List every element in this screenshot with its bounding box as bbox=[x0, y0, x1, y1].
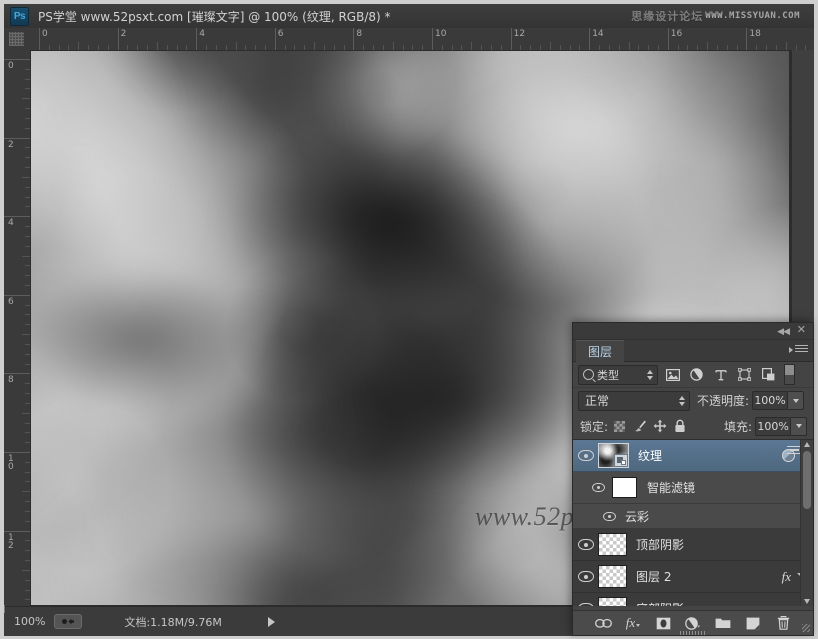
panel-resize-grip[interactable] bbox=[802, 624, 810, 632]
document-size-label: 文档:1.18M/9.76M bbox=[124, 615, 222, 629]
panel-tab-strip: 图层 bbox=[573, 340, 813, 362]
table-row[interactable]: 底部阴影 bbox=[573, 593, 813, 606]
add-layer-mask-icon[interactable] bbox=[655, 615, 672, 631]
new-layer-icon[interactable] bbox=[745, 615, 762, 631]
blend-mode-stepper-icon bbox=[679, 395, 685, 406]
new-fill-adjustment-icon[interactable] bbox=[685, 615, 702, 631]
layer-effects-fx-icon[interactable]: fx bbox=[782, 569, 791, 585]
blend-mode-row: 正常 不透明度: 100% bbox=[573, 388, 813, 413]
close-icon[interactable]: ✕ bbox=[797, 325, 806, 336]
layer-thumbnail[interactable] bbox=[598, 565, 627, 588]
filter-toggle-icon[interactable] bbox=[784, 364, 795, 385]
opacity-label: 不透明度: bbox=[697, 394, 750, 408]
proof-setup-icon[interactable] bbox=[54, 614, 83, 629]
window-title: PS学堂 www.52psxt.com [璀璨文字] @ 100% (纹理, R… bbox=[38, 9, 391, 24]
layers-panel[interactable]: ◀◀ ✕ 图层 类型 正常 不透明度: 100% 锁定: 填充: 100% 纹理… bbox=[572, 322, 814, 636]
smart-object-badge-icon bbox=[614, 454, 628, 467]
panel-menu-icon[interactable] bbox=[789, 345, 808, 356]
tab-layers[interactable]: 图层 bbox=[576, 340, 625, 362]
scrollbar-thumb[interactable] bbox=[803, 451, 811, 509]
title-bar: Ps PS学堂 www.52psxt.com [璀璨文字] @ 100% (纹理… bbox=[4, 4, 814, 29]
lock-row: 锁定: 填充: 100% bbox=[573, 413, 813, 440]
zoom-level[interactable]: 100% bbox=[14, 615, 45, 628]
layer-name: 顶部阴影 bbox=[636, 538, 685, 552]
table-row[interactable]: 纹理 bbox=[573, 440, 813, 472]
tab-layers-label: 图层 bbox=[588, 345, 613, 359]
ruler-unit-swatch bbox=[9, 32, 24, 46]
filter-kind-select[interactable]: 类型 bbox=[578, 364, 658, 385]
blend-mode-value: 正常 bbox=[585, 394, 610, 408]
fill-dropdown-icon[interactable] bbox=[791, 416, 808, 436]
lock-image-icon[interactable] bbox=[631, 418, 648, 435]
fill-input[interactable]: 100% bbox=[755, 416, 792, 436]
table-row[interactable]: 智能滤镜 bbox=[573, 472, 813, 504]
link-layers-icon[interactable] bbox=[594, 615, 612, 631]
status-menu-arrow-icon[interactable] bbox=[267, 616, 275, 627]
filter-mask-visibility-toggle[interactable] bbox=[591, 483, 606, 493]
add-layer-style-icon[interactable]: fx bbox=[625, 615, 642, 631]
table-row[interactable]: 顶部阴影 bbox=[573, 529, 813, 561]
image-filter-icon[interactable] bbox=[663, 365, 682, 384]
collapse-icon[interactable]: ◀◀ bbox=[777, 326, 790, 336]
filter-kind-label: 类型 bbox=[597, 368, 619, 382]
vertical-ruler[interactable]: 024681012 bbox=[4, 50, 31, 606]
delete-layer-icon[interactable] bbox=[775, 615, 792, 631]
layer-filter-row: 类型 bbox=[573, 362, 813, 388]
photoshop-window: Ps PS学堂 www.52psxt.com [璀璨文字] @ 100% (纹理… bbox=[0, 0, 818, 639]
layer-name: 纹理 bbox=[638, 449, 663, 463]
layer-visibility-toggle[interactable] bbox=[573, 571, 598, 582]
new-group-icon[interactable] bbox=[715, 615, 732, 631]
status-grip bbox=[4, 605, 5, 613]
filter-kind-stepper-icon bbox=[647, 369, 653, 380]
smart-filter-group-label: 智能滤镜 bbox=[647, 481, 696, 495]
horizontal-ruler[interactable]: 0 2 4 6 8 10 12 14 16 18 bbox=[30, 28, 814, 51]
type-filter-icon[interactable] bbox=[711, 365, 730, 384]
blend-mode-select[interactable]: 正常 bbox=[578, 390, 690, 411]
layer-visibility-toggle[interactable] bbox=[573, 450, 598, 461]
filter-visibility-toggle[interactable] bbox=[603, 511, 616, 521]
opacity-input[interactable]: 100% bbox=[752, 391, 789, 410]
layers-panel-toolbar: fx bbox=[573, 610, 813, 635]
layer-name: 图层 2 bbox=[636, 570, 672, 584]
watermark-url-text: WWW.MISSYUAN.COM bbox=[705, 11, 800, 21]
layer-list[interactable]: 纹理 智能滤镜 云彩 顶部阴影 图层 2 fx bbox=[573, 440, 813, 606]
layer-visibility-toggle[interactable] bbox=[573, 603, 598, 606]
layer-thumbnail[interactable] bbox=[598, 533, 627, 556]
forum-watermark: 思缘设计论坛 WWW.MISSYUAN.COM bbox=[624, 6, 800, 26]
table-row[interactable]: 图层 2 fx bbox=[573, 561, 813, 593]
panel-title-bar: ◀◀ ✕ bbox=[573, 323, 813, 340]
photoshop-icon: Ps bbox=[10, 6, 29, 26]
shape-filter-icon[interactable] bbox=[735, 365, 754, 384]
smart-object-filter-icon[interactable] bbox=[759, 365, 778, 384]
panel-resize-handle[interactable] bbox=[680, 631, 706, 635]
table-row[interactable]: 云彩 bbox=[573, 446, 813, 529]
filter-options-icon[interactable] bbox=[787, 446, 801, 457]
layer-visibility-toggle[interactable] bbox=[573, 539, 598, 550]
layer-thumbnail[interactable] bbox=[598, 597, 627, 606]
lock-all-icon[interactable] bbox=[671, 418, 688, 435]
fill-label: 填充: bbox=[724, 419, 753, 434]
layer-thumbnail[interactable] bbox=[598, 443, 629, 468]
adjustment-filter-icon[interactable] bbox=[687, 365, 706, 384]
filter-name: 云彩 bbox=[625, 509, 650, 524]
scroll-up-icon[interactable] bbox=[804, 442, 810, 447]
search-icon bbox=[583, 369, 594, 380]
scroll-down-icon[interactable] bbox=[804, 599, 810, 604]
layer-list-scrollbar[interactable] bbox=[800, 440, 813, 606]
lock-position-icon[interactable] bbox=[651, 418, 668, 435]
lock-transparency-icon[interactable] bbox=[611, 418, 628, 435]
lock-label: 锁定: bbox=[580, 419, 609, 434]
opacity-dropdown-icon[interactable] bbox=[788, 391, 805, 410]
ruler-corner[interactable] bbox=[4, 28, 31, 51]
layer-name: 底部阴影 bbox=[636, 600, 684, 606]
watermark-cn-text: 思缘设计论坛 bbox=[631, 10, 704, 23]
smart-filter-mask-thumbnail[interactable] bbox=[612, 477, 637, 498]
